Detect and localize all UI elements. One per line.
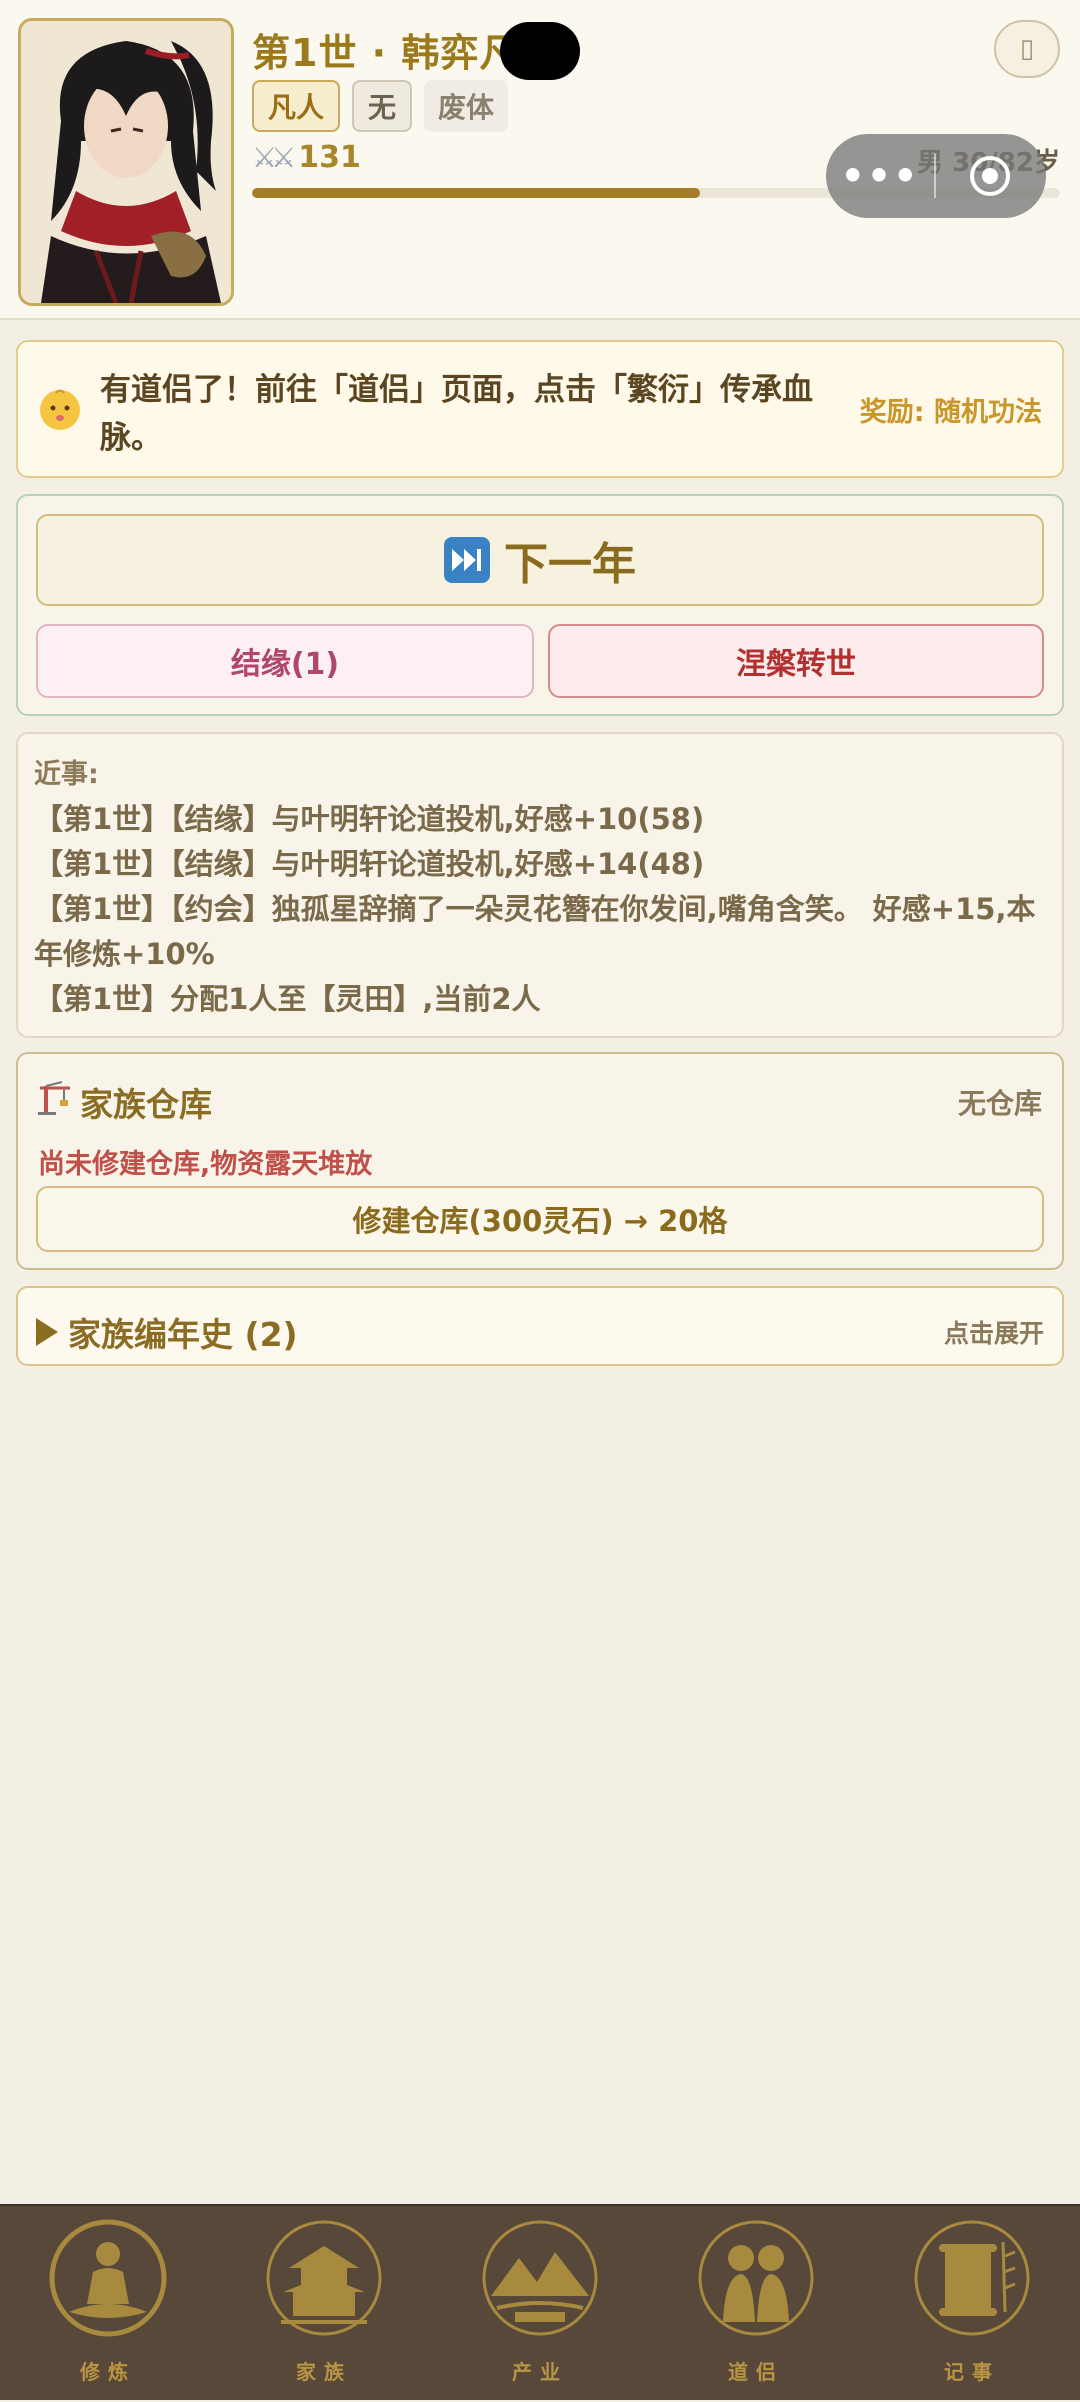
event-line: 【第1世】【结缘】与叶明轩论道投机,好感+10(58) xyxy=(34,802,705,836)
character-header: 第1世 · 韩弈凡 凡人 无 废体 ⚔⚔ 131 男 30/82岁 ••• ▯ xyxy=(0,0,1080,320)
event-line: 【第1世】【结缘】与叶明轩论道投机,好感+14(48) xyxy=(34,847,705,881)
crossed-swords-icon: ⚔⚔ xyxy=(252,141,296,174)
nav-label: 修炼 xyxy=(80,2360,136,2384)
chronicle-header: 家族编年史 (2) xyxy=(36,1308,298,1356)
partner-notice[interactable]: 有道侣了！前往「道侣」页面，点击「繁衍」传承血脉。 奖励: 随机功法 xyxy=(16,340,1064,478)
nav-item-cultivate[interactable]: 修炼 xyxy=(0,2206,216,2402)
recent-events: 近事: 【第1世】【结缘】与叶明轩论道投机,好感+10(58) 【第1世】【结缘… xyxy=(16,732,1064,1038)
reborn-button[interactable]: 涅槃转世 xyxy=(548,624,1044,698)
couple-icon xyxy=(698,2220,814,2336)
crane-icon xyxy=(36,1080,72,1120)
pavilion-icon xyxy=(266,2220,382,2336)
character-avatar[interactable] xyxy=(18,18,234,306)
target-circle-icon xyxy=(970,156,1010,196)
nav-label: 家族 xyxy=(296,2360,352,2384)
combat-power-value: 131 xyxy=(298,140,361,175)
baby-icon xyxy=(38,388,82,436)
more-menu-button[interactable]: ••• xyxy=(826,154,934,198)
warehouse-status: 无仓库 xyxy=(957,1087,1042,1120)
nav-item-records[interactable]: 记事 xyxy=(864,2206,1080,2402)
miniprogram-capsule: ••• xyxy=(826,134,1046,218)
expand-arrow-icon xyxy=(36,1318,58,1346)
combat-power: ⚔⚔ 131 xyxy=(252,140,361,175)
family-warehouse: 家族仓库 无仓库 尚未修建仓库,物资露天堆放 修建仓库(300灵石) → 20格 xyxy=(16,1052,1064,1270)
nav-label: 产业 xyxy=(512,2360,568,2384)
close-miniprogram-button[interactable] xyxy=(936,154,1044,198)
next-year-button[interactable]: 下一年 xyxy=(36,514,1044,606)
warehouse-title: 家族仓库 xyxy=(80,1085,212,1124)
notice-reward: 奖励: 随机功法 xyxy=(859,397,1042,428)
chronicle-expand-hint[interactable]: 点击展开 xyxy=(944,1314,1044,1350)
redaction-mark xyxy=(500,22,580,80)
character-title: 第1世 · 韩弈凡 xyxy=(252,31,519,75)
spirit-root-tag[interactable]: 无 xyxy=(352,80,413,132)
bond-button[interactable]: 结缘(1) xyxy=(36,624,534,698)
meditation-icon xyxy=(49,2219,167,2337)
nav-label: 记事 xyxy=(944,2360,1000,2384)
build-warehouse-button[interactable]: 修建仓库(300灵石) → 20格 xyxy=(36,1186,1044,1252)
realm-tag[interactable]: 凡人 xyxy=(252,80,341,132)
character-tags: 凡人 无 废体 xyxy=(252,80,509,132)
nav-item-industry[interactable]: 产业 xyxy=(432,2206,648,2402)
fast-forward-icon xyxy=(444,537,490,583)
next-year-label: 下一年 xyxy=(504,539,636,590)
event-line: 【第1世】【约会】独孤星辞摘了一朵灵花簪在你发间,嘴角含笑。 好感+15,本年修… xyxy=(34,892,1036,971)
warehouse-note: 尚未修建仓库,物资露天堆放 xyxy=(38,1149,373,1180)
corner-button[interactable]: ▯ xyxy=(994,20,1060,78)
mountain-icon xyxy=(482,2220,598,2336)
bottom-nav: 修炼 家族 产业 道侣 记事 xyxy=(0,2204,1080,2400)
nav-item-family[interactable]: 家族 xyxy=(216,2206,432,2402)
nav-item-partner[interactable]: 道侣 xyxy=(648,2206,864,2402)
lifespan-progress-fill xyxy=(252,188,701,198)
recent-events-title: 近事: xyxy=(34,759,99,790)
scroll-icon xyxy=(914,2220,1030,2336)
family-chronicle[interactable]: 家族编年史 (2) 点击展开 xyxy=(16,1286,1064,1366)
action-panel: 下一年 结缘(1) 涅槃转世 xyxy=(16,494,1064,716)
notice-text: 有道侣了！前往「道侣」页面，点击「繁衍」传承血脉。 xyxy=(100,372,813,456)
event-line: 【第1世】分配1人至【灵田】,当前2人 xyxy=(34,982,541,1016)
physique-tag: 废体 xyxy=(424,80,509,132)
nav-label: 道侣 xyxy=(728,2360,784,2384)
chronicle-title: 家族编年史 (2) xyxy=(68,1315,298,1354)
